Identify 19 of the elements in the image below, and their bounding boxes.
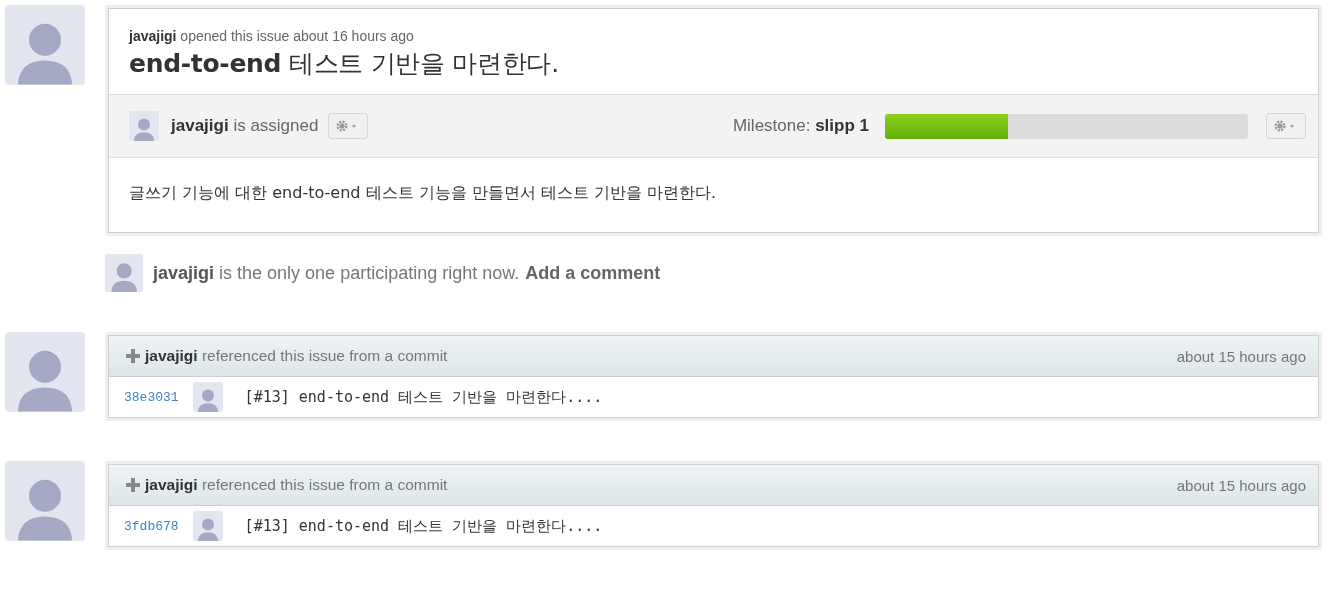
plus-icon [125, 477, 141, 493]
issue-meta: javajigi opened this issue about 16 hours ago [129, 28, 415, 44]
commit-message: [#13] end-to-end 테스트 기반을 마련한다.... [244, 387, 603, 407]
event-time: about 15 hours ago [1176, 347, 1306, 365]
commit-message: [#13] end-to-end 테스트 기반을 마련한다.... [244, 516, 603, 536]
add-comment-link[interactable]: Add a comment [525, 262, 661, 284]
assignee-text: javajigi is assigned [171, 116, 319, 136]
participation-text: javajigi is the only one participating right now. [153, 262, 520, 284]
event-text: javajigi referenced this issue from a commit [145, 347, 449, 365]
issue-title: end-to-end 테스트 기반을 마련한다. [129, 48, 560, 80]
commit-sha-link[interactable]: 38e3031 [124, 389, 179, 405]
milestone-settings-button[interactable] [1266, 113, 1306, 139]
issue-body: 글쓰기 기능에 대한 end-to-end 테스트 기능을 만들면서 테스트 기반을 마련한다. [128, 182, 718, 204]
assignee-settings-button[interactable] [328, 113, 369, 139]
milestone-text: Milestone: slipp 1 [732, 116, 869, 136]
event-time: about 15 hours ago [1176, 476, 1306, 494]
event-text: javajigi referenced this issue from a commit [145, 476, 449, 494]
commit-sha-link[interactable]: 3fdb678 [124, 518, 179, 534]
plus-icon [125, 348, 141, 364]
